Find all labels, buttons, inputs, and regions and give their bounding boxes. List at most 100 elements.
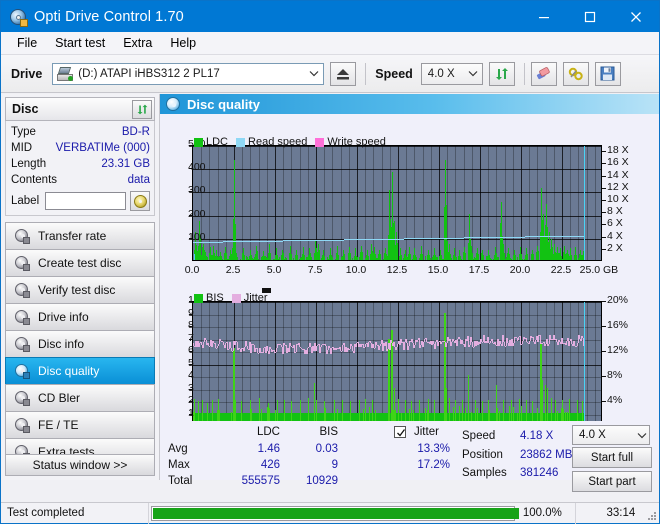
- menu-item-help[interactable]: Help: [162, 34, 204, 52]
- sidebar-item-label: Disc quality: [38, 364, 100, 378]
- disc-label-input[interactable]: [45, 192, 126, 210]
- axis-tick: [189, 215, 192, 216]
- sidebar-item-disc-quality[interactable]: Disc quality: [5, 357, 155, 385]
- axis-tick: [602, 200, 606, 201]
- minimize-icon[interactable]: [521, 1, 567, 32]
- jitter-trace: [374, 347, 375, 349]
- toolbar-divider: [365, 62, 367, 85]
- start-full-button[interactable]: Start full: [572, 447, 652, 468]
- jitter-trace: [529, 340, 530, 345]
- data-bar: [468, 375, 469, 425]
- axis-tick-label: 20%: [607, 294, 629, 306]
- jitter-trace: [356, 342, 357, 348]
- menu-item-start-test[interactable]: Start test: [47, 34, 113, 52]
- axis-tick: [189, 339, 192, 340]
- axis-tick: [189, 414, 192, 415]
- axis-tick: [602, 176, 606, 177]
- refresh-button[interactable]: [488, 61, 515, 86]
- disc-refresh-button[interactable]: [132, 99, 152, 119]
- save-button[interactable]: [594, 61, 621, 86]
- data-bar: [331, 254, 332, 260]
- erase-button[interactable]: [530, 61, 557, 86]
- data-bar: [277, 255, 278, 260]
- data-bar: [571, 254, 572, 260]
- position-cursor: [584, 302, 585, 425]
- status-bar: Test completed 100.0% 33:14: [1, 502, 659, 524]
- jitter-trace: [317, 344, 318, 346]
- sidebar-item-create-test-disc[interactable]: Create test disc: [5, 249, 155, 277]
- jitter-checkbox[interactable]: [394, 426, 406, 438]
- jitter-trace: [321, 345, 322, 347]
- read-speed-line: [268, 241, 283, 242]
- axis-tick-label: 20.0: [509, 264, 531, 276]
- jitter-trace: [404, 341, 405, 350]
- jitter-trace: [535, 339, 536, 345]
- status-window-button[interactable]: Status window >>: [5, 454, 155, 476]
- jitter-trace: [423, 342, 424, 348]
- maximize-icon[interactable]: [567, 1, 613, 32]
- sidebar-item-verify-test-disc[interactable]: Verify test disc: [5, 276, 155, 304]
- axis-tick-label: 8%: [607, 369, 623, 381]
- data-bar: [455, 255, 456, 260]
- resize-grip-icon[interactable]: [641, 505, 657, 521]
- data-bar: [226, 253, 227, 260]
- drive-toolbar: Drive (D:) ATAPI iHBS312 2 PL17 Speed 4.…: [1, 55, 659, 93]
- data-bar: [515, 255, 516, 260]
- data-bar: [332, 257, 333, 260]
- main-panel-header: Disc quality: [160, 94, 659, 114]
- axis-tick-label: 17.5: [468, 264, 490, 276]
- axis-tick: [189, 389, 192, 390]
- menu-item-file[interactable]: File: [9, 34, 45, 52]
- tools-button[interactable]: [562, 61, 589, 86]
- disc-row-contents-value: data: [127, 174, 150, 186]
- data-bar: [257, 251, 258, 260]
- data-bar: [451, 257, 452, 260]
- jitter-trace: [577, 343, 578, 346]
- sidebar-item-fe-te[interactable]: FE / TE: [5, 411, 155, 439]
- jitter-trace: [417, 340, 418, 343]
- ldc-bars: [193, 146, 601, 260]
- data-bar: [401, 255, 402, 260]
- jitter-trace: [364, 346, 365, 348]
- close-icon[interactable]: [613, 1, 659, 32]
- data-bar: [435, 254, 436, 260]
- test-speed-select[interactable]: 4.0 X: [572, 425, 650, 445]
- menu-item-extra[interactable]: Extra: [115, 34, 160, 52]
- jitter-trace: [424, 338, 425, 343]
- read-speed-line: [479, 237, 495, 238]
- axis-tick: [602, 163, 606, 164]
- ldc-speed-plot[interactable]: [192, 145, 602, 261]
- data-bar: [304, 255, 305, 260]
- disc-icon: [14, 363, 30, 379]
- test-speed-select-value: 4.0 X: [579, 429, 606, 441]
- disc-icon: [14, 255, 30, 271]
- data-bar: [538, 251, 539, 260]
- jitter-trace: [368, 341, 369, 347]
- disc-icon: [14, 417, 30, 433]
- speed-select[interactable]: 4.0 X: [420, 62, 483, 85]
- data-bar: [425, 256, 426, 260]
- bis-jitter-plot[interactable]: [192, 301, 602, 426]
- axis-tick-label: 25.0 GB: [579, 264, 619, 276]
- disc-label-key: Label: [11, 195, 40, 207]
- read-speed-line: [555, 236, 570, 237]
- disc-label-button[interactable]: [130, 191, 150, 211]
- axis-tick-label: 18 X: [607, 144, 629, 157]
- stats-total-bis: 10929: [306, 475, 338, 487]
- sidebar-item-disc-info[interactable]: Disc info: [5, 330, 155, 358]
- data-bar: [237, 256, 238, 260]
- sidebar-item-transfer-rate[interactable]: Transfer rate: [5, 222, 155, 250]
- axis-tick-label: 0.0: [184, 264, 200, 276]
- axis-tick: [602, 351, 606, 352]
- axis-tick: [189, 364, 192, 365]
- drive-select[interactable]: (D:) ATAPI iHBS312 2 PL17: [52, 62, 325, 85]
- sidebar-item-label: FE / TE: [38, 418, 79, 432]
- sidebar-item-cd-bler[interactable]: CD Bler: [5, 384, 155, 412]
- sidebar-item-drive-info[interactable]: Drive info: [5, 303, 155, 331]
- jitter-trace: [380, 343, 381, 346]
- disc-row-length-key: Length: [11, 158, 47, 170]
- eject-button[interactable]: [330, 61, 357, 86]
- start-part-button[interactable]: Start part: [572, 471, 652, 492]
- jitter-trace: [518, 336, 519, 341]
- axis-tick-label: 22.5: [550, 264, 572, 276]
